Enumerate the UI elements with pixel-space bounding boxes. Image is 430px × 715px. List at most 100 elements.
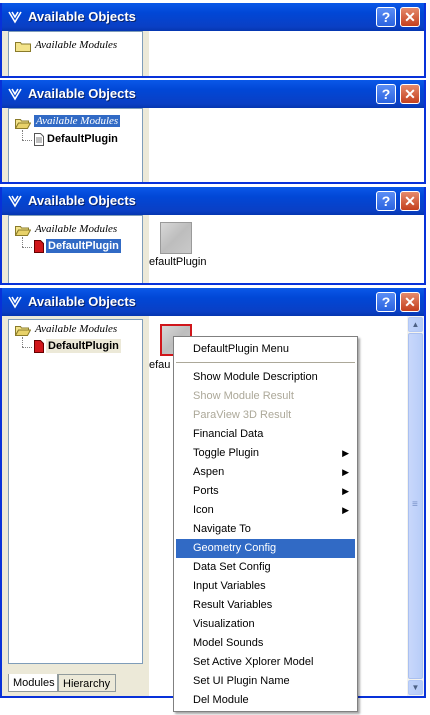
menu-item-icon[interactable]: Icon ▶ <box>176 501 355 520</box>
tree-root-label[interactable]: Available Modules <box>35 323 117 335</box>
tree-child-defaultplugin[interactable]: DefaultPlugin <box>46 339 121 353</box>
tab-hierarchy[interactable]: Hierarchy <box>58 674 116 692</box>
context-menu: DefaultPlugin Menu Show Module Descripti… <box>173 336 358 712</box>
menu-item-show-module-result[interactable]: Show Module Result <box>176 387 355 406</box>
module-tree[interactable]: Available Modules DefaultPlugin <box>8 108 143 182</box>
title-bar[interactable]: Available Objects ? ✕ <box>2 3 424 31</box>
menu-item-financial-data[interactable]: Financial Data <box>176 425 355 444</box>
menu-item-label: ParaView 3D Result <box>193 409 292 421</box>
window-title: Available Objects <box>28 294 136 309</box>
scroll-grip-icon: ≡ <box>412 499 418 510</box>
tree-connector <box>22 140 32 141</box>
menu-item-data-set-config[interactable]: Data Set Config <box>176 558 355 577</box>
document-icon <box>34 133 44 146</box>
close-button[interactable]: ✕ <box>400 7 420 27</box>
menu-item-ports[interactable]: Ports ▶ <box>176 482 355 501</box>
menu-item-label: Result Variables <box>193 599 273 611</box>
module-tile-label[interactable]: efaultPlugin <box>149 256 207 268</box>
close-button[interactable]: ✕ <box>400 292 420 312</box>
title-bar[interactable]: Available Objects ? ✕ <box>2 187 424 215</box>
available-objects-window-1: Available Objects ? ✕ Available Modules <box>0 3 426 78</box>
folder-open-icon <box>15 226 31 236</box>
scroll-down-button[interactable]: ▼ <box>408 680 423 695</box>
menu-item-label: Visualization <box>193 618 255 630</box>
tree-root-label[interactable]: Available Modules <box>35 39 117 51</box>
menu-item-label: Model Sounds <box>193 637 264 649</box>
tree-child-defaultplugin[interactable]: DefaultPlugin <box>47 133 118 145</box>
menu-item-model-sounds[interactable]: Model Sounds <box>176 634 355 653</box>
app-icon <box>8 11 22 24</box>
vertical-scrollbar[interactable]: ▲ ≡ ▼ <box>407 316 424 696</box>
submenu-arrow-icon: ▶ <box>342 486 349 496</box>
menu-item-set-ui-plugin-name[interactable]: Set UI Plugin Name <box>176 672 355 691</box>
menu-item-label: Set UI Plugin Name <box>193 675 290 687</box>
app-icon <box>8 296 22 309</box>
module-tree[interactable]: Available Modules DefaultPlugin <box>8 319 143 664</box>
menu-item-del-module[interactable]: Del Module <box>176 691 355 710</box>
menu-item-set-active-xplorer-model[interactable]: Set Active Xplorer Model <box>176 653 355 672</box>
tab-modules[interactable]: Modules <box>8 674 58 692</box>
module-tree[interactable]: Available Modules <box>8 31 143 76</box>
tree-connector <box>22 347 32 348</box>
title-bar[interactable]: Available Objects ? ✕ <box>2 80 424 108</box>
menu-item-aspen[interactable]: Aspen ▶ <box>176 463 355 482</box>
submenu-arrow-icon: ▶ <box>342 448 349 458</box>
menu-item-input-variables[interactable]: Input Variables <box>176 577 355 596</box>
module-tree[interactable]: Available Modules DefaultPlugin <box>8 215 143 283</box>
menu-item-result-variables[interactable]: Result Variables <box>176 596 355 615</box>
app-icon <box>8 195 22 208</box>
menu-item-navigate-to[interactable]: Navigate To <box>176 520 355 539</box>
scroll-up-button[interactable]: ▲ <box>408 317 423 332</box>
available-objects-window-3: Available Objects ? ✕ Available Modules … <box>0 187 426 285</box>
tree-child-defaultplugin[interactable]: DefaultPlugin <box>46 239 121 253</box>
folder-open-icon <box>15 119 31 129</box>
menu-item-label: Del Module <box>193 694 249 706</box>
module-canvas[interactable]: efaultPlugin <box>149 215 424 283</box>
menu-item-label: Data Set Config <box>193 561 271 573</box>
menu-separator <box>176 362 355 363</box>
available-objects-window-2: Available Objects ? ✕ Available Modules … <box>0 80 426 184</box>
menu-item-label: Show Module Result <box>193 390 294 402</box>
tree-root-label[interactable]: Available Modules <box>35 223 117 235</box>
menu-item-toggle-plugin[interactable]: Toggle Plugin ▶ <box>176 444 355 463</box>
help-button[interactable]: ? <box>376 191 396 211</box>
module-canvas[interactable] <box>149 31 424 76</box>
menu-item-label: Input Variables <box>193 580 266 592</box>
app-icon <box>8 88 22 101</box>
menu-item-show-module-description[interactable]: Show Module Description <box>176 368 355 387</box>
tree-connector <box>22 247 32 248</box>
module-tile-label[interactable]: efau <box>149 359 170 371</box>
menu-item-label: Ports <box>193 485 219 497</box>
menu-item-label: Financial Data <box>193 428 264 440</box>
menu-item-label: Show Module Description <box>193 371 318 383</box>
folder-closed-icon <box>15 42 31 52</box>
help-button[interactable]: ? <box>376 84 396 104</box>
scroll-thumb[interactable]: ≡ <box>408 333 423 679</box>
menu-item-label: Geometry Config <box>193 542 277 554</box>
window-title: Available Objects <box>28 86 136 101</box>
help-button[interactable]: ? <box>376 292 396 312</box>
close-button[interactable]: ✕ <box>400 191 420 211</box>
menu-item-label: Aspen <box>193 466 225 478</box>
window-title: Available Objects <box>28 193 136 208</box>
help-button[interactable]: ? <box>376 7 396 27</box>
module-icon <box>34 340 44 353</box>
submenu-arrow-icon: ▶ <box>342 505 349 515</box>
module-canvas[interactable] <box>149 108 424 182</box>
menu-item-label: Set Active Xplorer Model <box>193 656 314 668</box>
menu-item-label: Toggle Plugin <box>193 447 260 459</box>
menu-header: DefaultPlugin Menu <box>193 343 290 355</box>
title-bar[interactable]: Available Objects ? ✕ <box>2 288 424 316</box>
tree-connector <box>22 130 23 140</box>
menu-item-label: Navigate To <box>193 523 251 535</box>
menu-item-visualization[interactable]: Visualization <box>176 615 355 634</box>
folder-open-icon <box>15 326 31 336</box>
menu-item-paraview-3d-result[interactable]: ParaView 3D Result <box>176 406 355 425</box>
close-button[interactable]: ✕ <box>400 84 420 104</box>
module-icon <box>34 240 44 253</box>
module-tile-icon[interactable] <box>160 222 192 254</box>
tree-root-label[interactable]: Available Modules <box>34 115 121 127</box>
submenu-arrow-icon: ▶ <box>342 467 349 477</box>
menu-item-label: Icon <box>193 504 214 516</box>
menu-item-geometry-config[interactable]: Geometry Config <box>176 539 355 558</box>
